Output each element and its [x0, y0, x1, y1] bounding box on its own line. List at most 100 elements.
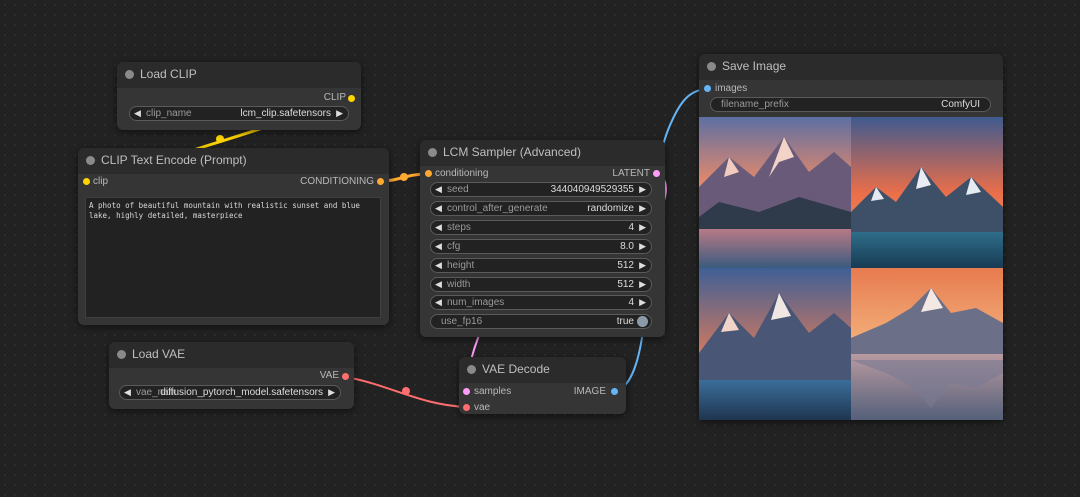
node-title-bar[interactable]: Load CLIP	[117, 62, 361, 88]
increment-icon[interactable]: ▶	[639, 241, 646, 252]
widget-value: diffusion_pytorch_model.safetensors	[160, 387, 323, 398]
increment-icon[interactable]: ▶	[336, 108, 343, 119]
output-label-image: IMAGE	[573, 386, 606, 397]
load-vae-node[interactable]: Load VAE VAE ◀ vae_name diffusion_pytorc…	[109, 342, 354, 409]
input-slot-clip[interactable]	[83, 178, 90, 185]
widget-value: randomize	[587, 203, 634, 214]
input-label-samples: samples	[474, 386, 512, 397]
output-slot-latent[interactable]	[653, 170, 660, 177]
widget-value: 344040949529355	[550, 184, 634, 195]
clip-name-combo[interactable]: ◀ clip_name lcm_clip.safetensors ▶	[129, 106, 349, 121]
widget-name: height	[447, 260, 475, 271]
save-image-node[interactable]: Save Image images filename_prefix ComfyU…	[699, 54, 1003, 420]
input-slot-vae[interactable]	[463, 404, 470, 411]
increment-icon[interactable]: ▶	[639, 203, 646, 214]
increment-icon[interactable]: ▶	[639, 222, 646, 233]
output-image-2[interactable]	[851, 117, 1003, 268]
seed-widget[interactable]: ◀ seed 344040949529355 ▶	[430, 182, 652, 197]
use-fp16-toggle[interactable]: use_fp16 true	[430, 314, 652, 329]
node-title-bar[interactable]: CLIP Text Encode (Prompt)	[78, 148, 389, 174]
output-image-1[interactable]	[699, 117, 851, 268]
input-slot-samples[interactable]	[463, 388, 470, 395]
decrement-icon[interactable]: ◀	[435, 297, 442, 308]
decrement-icon[interactable]: ◀	[435, 203, 442, 214]
load-clip-node[interactable]: Load CLIP CLIP ◀ clip_name lcm_clip.safe…	[117, 62, 361, 130]
output-slot-clip[interactable]	[348, 95, 355, 102]
vae-name-combo[interactable]: ◀ vae_name diffusion_pytorch_model.safet…	[119, 385, 341, 400]
node-title-bar[interactable]: Load VAE	[109, 342, 354, 368]
output-image-grid[interactable]	[699, 117, 1003, 420]
mountain-image	[699, 268, 851, 420]
vae-link-midpoint	[402, 387, 410, 395]
node-title: Save Image	[722, 59, 787, 73]
clip-text-encode-node[interactable]: CLIP Text Encode (Prompt) clip CONDITION…	[78, 148, 389, 325]
collapse-dot-icon[interactable]	[707, 62, 716, 71]
node-title-bar[interactable]: LCM Sampler (Advanced)	[420, 140, 665, 166]
widget-name: width	[447, 279, 471, 290]
control-after-generate-widget[interactable]: ◀ control_after_generate randomize ▶	[430, 201, 652, 216]
decrement-icon[interactable]: ◀	[134, 108, 141, 119]
output-image-4[interactable]	[851, 268, 1003, 420]
input-slot-conditioning[interactable]	[425, 170, 432, 177]
collapse-dot-icon[interactable]	[467, 365, 476, 374]
increment-icon[interactable]: ▶	[639, 279, 646, 290]
vae-decode-node[interactable]: VAE Decode samples vae IMAGE	[459, 357, 626, 414]
mountain-image	[851, 268, 1003, 420]
widget-name: clip_name	[146, 108, 192, 119]
widget-name: cfg	[447, 241, 461, 252]
height-widget[interactable]: ◀ height 512 ▶	[430, 258, 652, 273]
node-title: Load CLIP	[140, 67, 197, 81]
decrement-icon[interactable]: ◀	[124, 387, 131, 398]
input-label-conditioning: conditioning	[435, 168, 489, 179]
input-slot-images[interactable]	[704, 85, 711, 92]
node-title: CLIP Text Encode (Prompt)	[101, 153, 247, 167]
output-label-latent: LATENT	[612, 168, 650, 179]
decrement-icon[interactable]: ◀	[435, 260, 442, 271]
vae-link	[345, 376, 467, 408]
cfg-widget[interactable]: ◀ cfg 8.0 ▶	[430, 239, 652, 254]
output-label-vae: VAE	[319, 370, 339, 381]
widget-value: 8.0	[620, 241, 634, 252]
output-image-3[interactable]	[699, 268, 851, 420]
input-label-images: images	[715, 83, 748, 94]
output-label-clip: CLIP	[323, 92, 346, 103]
num-images-widget[interactable]: ◀ num_images 4 ▶	[430, 295, 652, 310]
decrement-icon[interactable]: ◀	[435, 222, 442, 233]
output-label-conditioning: CONDITIONING	[300, 176, 374, 187]
input-label-clip: clip	[93, 176, 109, 187]
clip-link-midpoint	[216, 135, 224, 143]
toggle-knob-icon[interactable]	[637, 316, 648, 327]
decrement-icon[interactable]: ◀	[435, 184, 442, 195]
widget-value[interactable]: ComfyUI	[941, 99, 980, 110]
output-slot-image[interactable]	[611, 388, 618, 395]
widget-name: num_images	[447, 297, 505, 308]
increment-icon[interactable]: ▶	[639, 184, 646, 195]
collapse-dot-icon[interactable]	[86, 156, 95, 165]
lcm-sampler-node[interactable]: LCM Sampler (Advanced) conditioning LATE…	[420, 140, 665, 337]
decrement-icon[interactable]: ◀	[435, 241, 442, 252]
decrement-icon[interactable]: ◀	[435, 279, 442, 290]
widget-name: steps	[447, 222, 471, 233]
node-title-bar[interactable]: VAE Decode	[459, 357, 626, 383]
increment-icon[interactable]: ▶	[328, 387, 335, 398]
width-widget[interactable]: ◀ width 512 ▶	[430, 277, 652, 292]
widget-name: control_after_generate	[447, 203, 548, 214]
increment-icon[interactable]: ▶	[639, 297, 646, 308]
widget-name: use_fp16	[441, 316, 483, 327]
node-title-bar[interactable]: Save Image	[699, 54, 1003, 80]
increment-icon[interactable]: ▶	[639, 260, 646, 271]
widget-value: 512	[617, 260, 634, 271]
widget-value: 4	[628, 222, 634, 233]
output-slot-conditioning[interactable]	[377, 178, 384, 185]
collapse-dot-icon[interactable]	[428, 148, 437, 157]
output-slot-vae[interactable]	[342, 373, 349, 380]
prompt-textarea[interactable]: A photo of beautiful mountain with reali…	[85, 197, 381, 318]
filename-prefix-widget[interactable]: filename_prefix ComfyUI	[710, 97, 991, 112]
collapse-dot-icon[interactable]	[125, 70, 134, 79]
steps-widget[interactable]: ◀ steps 4 ▶	[430, 220, 652, 235]
mountain-image	[699, 117, 851, 268]
collapse-dot-icon[interactable]	[117, 350, 126, 359]
widget-value: 4	[628, 297, 634, 308]
widget-name: seed	[447, 184, 469, 195]
mountain-image	[851, 117, 1003, 268]
